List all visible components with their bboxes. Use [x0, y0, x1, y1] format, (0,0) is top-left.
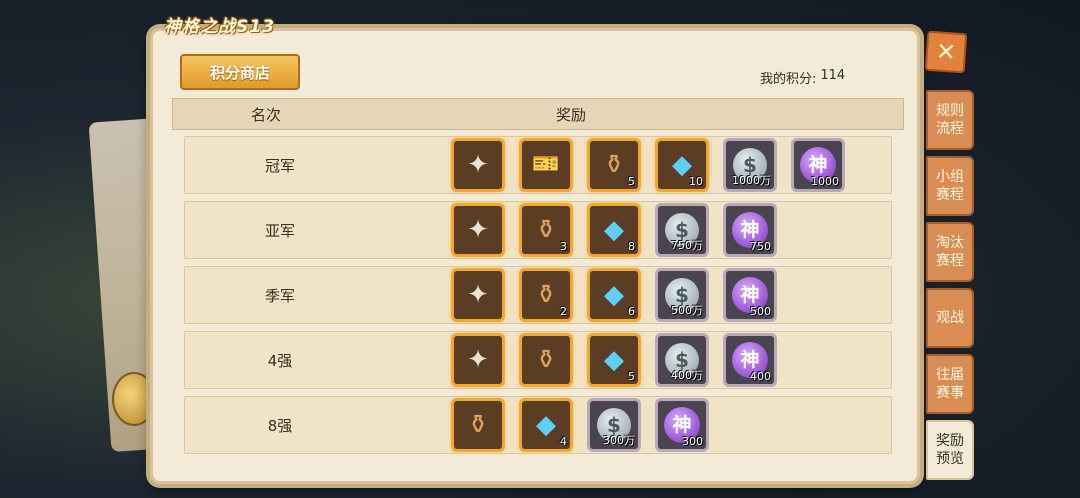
- item-count: 2: [560, 305, 567, 318]
- gem-icon: ◆: [536, 410, 556, 440]
- panel-title: 神格之战S13: [164, 17, 275, 37]
- close-icon[interactable]: ✕: [924, 30, 968, 74]
- item-count: 10: [689, 175, 703, 188]
- item-count: 300: [682, 435, 703, 448]
- reward-item[interactable]: ⚱ 5: [587, 138, 641, 192]
- side-tabs: 规则流程小组赛程淘汰赛程观战往届赛事奖励预览: [926, 90, 974, 480]
- gem-icon: ◆: [604, 280, 624, 310]
- reward-table: 冠军 ✦ 🎫 ⚱ 5 ◆ 10 $1000万神 1000 亚军 ✦ ⚱ 3 ◆ 8 $750万神 750 季军 ✦ ⚱…: [184, 136, 892, 461]
- rank-label: 冠军: [264, 156, 295, 175]
- score-label: 我的积分:: [760, 72, 817, 87]
- reward-item[interactable]: 神 300: [655, 398, 709, 452]
- item-count: 500万: [671, 304, 703, 317]
- gem-icon: ◆: [604, 215, 624, 245]
- item-count: 1000: [811, 175, 839, 188]
- reward-item[interactable]: 神 400: [723, 333, 777, 387]
- weapon-icon: ✦: [467, 215, 489, 245]
- reward-item[interactable]: 神 500: [723, 268, 777, 322]
- reward-item[interactable]: ⚱: [451, 398, 505, 452]
- reward-item[interactable]: $500万: [655, 268, 709, 322]
- reward-item[interactable]: $1000万: [723, 138, 777, 192]
- table-row: 冠军 ✦ 🎫 ⚱ 5 ◆ 10 $1000万神 1000: [184, 136, 892, 194]
- reward-item[interactable]: ◆ 5: [587, 333, 641, 387]
- item-count: 400: [750, 370, 771, 383]
- item-count: 500: [750, 305, 771, 318]
- item-count: 750: [750, 240, 771, 253]
- item-count: 4: [560, 435, 567, 448]
- reward-item[interactable]: ⚱ 3: [519, 203, 573, 257]
- reward-item[interactable]: ✦: [451, 268, 505, 322]
- reward-list: ✦ 🎫 ⚱ 5 ◆ 10 $1000万神 1000: [375, 138, 845, 192]
- reward-item[interactable]: 神 750: [723, 203, 777, 257]
- reward-item[interactable]: ✦: [451, 333, 505, 387]
- reward-item[interactable]: 🎫: [519, 138, 573, 192]
- table-header: 名次 奖励: [172, 98, 904, 130]
- item-count: 300万: [603, 434, 635, 447]
- item-count: 8: [628, 240, 635, 253]
- chest-icon: ⚱: [535, 345, 557, 375]
- table-row: 8强 ⚱ ◆ 4 $300万神 300: [184, 396, 892, 454]
- header-rank: 名次: [250, 105, 281, 124]
- score-value: 114: [820, 68, 846, 83]
- reward-item[interactable]: ✦: [451, 203, 505, 257]
- my-score: 我的积分: 114: [760, 68, 845, 87]
- rank-label: 亚军: [264, 221, 295, 240]
- item-count: 5: [628, 175, 635, 188]
- side-tab[interactable]: 观战: [926, 288, 974, 348]
- chest-icon: ⚱: [535, 280, 557, 310]
- table-row: 4强 ✦ ⚱ ◆ 5 $400万神 400: [184, 331, 892, 389]
- reward-item[interactable]: ◆ 8: [587, 203, 641, 257]
- rank-label: 8强: [267, 416, 293, 435]
- weapon-icon: ✦: [467, 345, 489, 375]
- side-tab[interactable]: 小组赛程: [926, 156, 974, 216]
- weapon-icon: ✦: [467, 280, 489, 310]
- side-tab[interactable]: 淘汰赛程: [926, 222, 974, 282]
- item-count: 400万: [671, 369, 703, 382]
- points-shop-button[interactable]: 积分商店: [180, 54, 300, 90]
- reward-list: ✦ ⚱ 2 ◆ 6 $500万神 500: [375, 268, 777, 322]
- reward-item[interactable]: $300万: [587, 398, 641, 452]
- reward-item[interactable]: ◆ 10: [655, 138, 709, 192]
- reward-list: ✦ ⚱ ◆ 5 $400万神 400: [375, 333, 777, 387]
- chest-icon: ⚱: [603, 150, 625, 180]
- weapon-icon: ✦: [467, 150, 489, 180]
- gem-icon: ◆: [604, 345, 624, 375]
- item-count: 5: [628, 370, 635, 383]
- item-count: 1000万: [732, 174, 771, 187]
- table-row: 亚军 ✦ ⚱ 3 ◆ 8 $750万神 750: [184, 201, 892, 259]
- reward-list: ⚱ ◆ 4 $300万神 300: [375, 398, 709, 452]
- reward-item[interactable]: ◆ 6: [587, 268, 641, 322]
- reward-item[interactable]: ✦: [451, 138, 505, 192]
- item-count: 750万: [671, 239, 703, 252]
- reward-list: ✦ ⚱ 3 ◆ 8 $750万神 750: [375, 203, 777, 257]
- reward-item[interactable]: ◆ 4: [519, 398, 573, 452]
- reward-item[interactable]: ⚱ 2: [519, 268, 573, 322]
- item-count: 3: [560, 240, 567, 253]
- reward-item[interactable]: $750万: [655, 203, 709, 257]
- item-count: 6: [628, 305, 635, 318]
- side-tab[interactable]: 规则流程: [926, 90, 974, 150]
- side-tab[interactable]: 奖励预览: [926, 420, 974, 480]
- header-reward: 奖励: [555, 105, 586, 124]
- ticket-icon: 🎫: [532, 152, 560, 177]
- chest-icon: ⚱: [535, 215, 557, 245]
- rank-label: 4强: [267, 351, 293, 370]
- table-row: 季军 ✦ ⚱ 2 ◆ 6 $500万神 500: [184, 266, 892, 324]
- reward-item[interactable]: 神 1000: [791, 138, 845, 192]
- side-tab[interactable]: 往届赛事: [926, 354, 974, 414]
- chest-icon: ⚱: [467, 410, 489, 440]
- rank-label: 季军: [264, 286, 295, 305]
- reward-item[interactable]: $400万: [655, 333, 709, 387]
- reward-item[interactable]: ⚱: [519, 333, 573, 387]
